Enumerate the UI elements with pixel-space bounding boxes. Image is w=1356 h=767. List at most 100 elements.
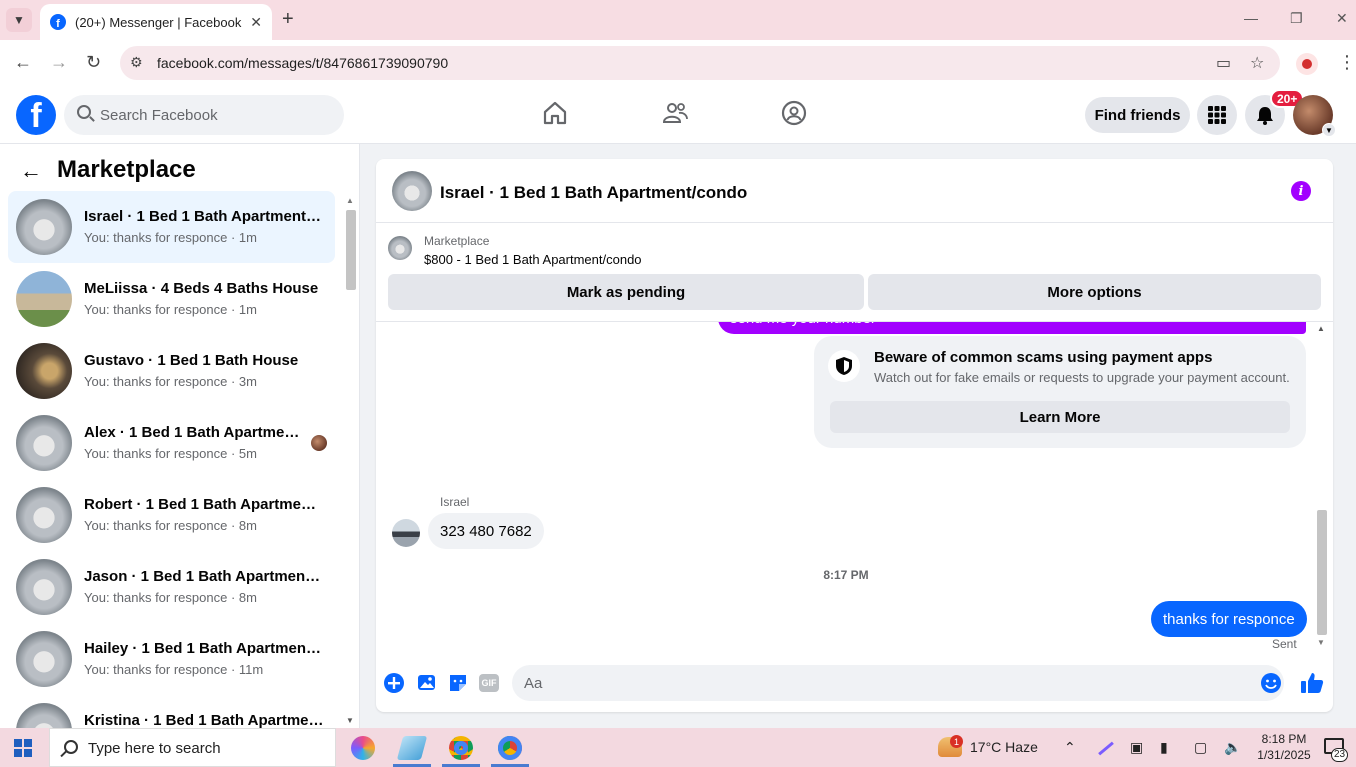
info-icon[interactable]: i (1291, 181, 1311, 201)
restore-window-icon[interactable]: ❐ (1290, 10, 1303, 27)
volume-icon[interactable]: 🔈 (1224, 739, 1241, 756)
url-text: facebook.com/messages/t/8476861739090790 (157, 55, 449, 71)
tab-search-button[interactable]: ▼ (6, 8, 32, 32)
listing-thumbnail (16, 415, 72, 471)
back-arrow-icon[interactable]: ← (20, 158, 42, 184)
more-options-button[interactable]: More options (868, 274, 1321, 310)
chrome-icon[interactable] (449, 736, 473, 760)
scam-warning-card: Beware of common scams using payment app… (814, 336, 1306, 448)
listing-thumbnail (16, 487, 72, 543)
thumbs-up-icon[interactable] (1300, 671, 1324, 695)
emoji-icon[interactable] (1260, 672, 1282, 694)
conversation-last-message: You: thanks for responce · 1m (84, 302, 257, 317)
address-bar[interactable]: ⚙ facebook.com/messages/t/84768617390907… (120, 46, 1280, 80)
scroll-down-icon[interactable]: ▼ (346, 716, 354, 725)
windows-start-icon[interactable] (14, 739, 32, 757)
conversation-name: Alex · 1 Bed 1 Bath Apartment/condo (84, 424, 304, 441)
close-tab-icon[interactable]: ✕ (250, 14, 262, 31)
conversation-item[interactable]: Kristina · 1 Bed 1 Bath Apartment/condo (8, 695, 335, 728)
grid-menu-icon (1208, 106, 1226, 124)
chat-avatar[interactable] (392, 171, 432, 211)
seen-avatar (311, 435, 327, 451)
reload-icon[interactable]: ↻ (86, 52, 101, 73)
conversation-last-message: You: thanks for responce · 8m (84, 590, 257, 605)
listing-thumbnail (16, 559, 72, 615)
conversation-item[interactable]: MeLiissa · 4 Beds 4 Baths House You: tha… (8, 263, 335, 335)
chevron-up-icon[interactable]: ⌃ (1064, 739, 1076, 756)
weather-text[interactable]: 17°C Haze (970, 739, 1038, 755)
facebook-logo-icon[interactable]: f (16, 95, 56, 135)
minimize-window-icon[interactable]: — (1244, 10, 1258, 26)
new-tab-button[interactable]: + (282, 8, 294, 31)
listing-thumbnail (16, 271, 72, 327)
conversation-last-message: You: thanks for responce · 11m (84, 662, 264, 677)
meet-icon[interactable]: ▣ (1130, 739, 1143, 756)
sender-avatar[interactable] (392, 519, 420, 547)
chrome-profile-icon[interactable] (498, 736, 522, 760)
find-friends-button[interactable]: Find friends (1085, 97, 1190, 133)
sent-status: Sent (1272, 637, 1297, 651)
chat-panel: Israel · 1 Bed 1 Bath Apartment/condo i … (376, 159, 1333, 712)
chat-title[interactable]: Israel · 1 Bed 1 Bath Apartment/condo (440, 183, 747, 203)
gif-icon[interactable]: GIF (479, 674, 499, 692)
copilot-icon[interactable] (351, 736, 375, 760)
conversation-last-message: You: thanks for responce · 8m (84, 518, 257, 533)
taskbar-search[interactable] (49, 728, 336, 767)
scrollbar-thumb[interactable] (346, 210, 356, 290)
conversation-item[interactable]: Hailey · 1 Bed 1 Bath Apartment/condo Yo… (8, 623, 335, 695)
taskbar-search-input[interactable] (88, 738, 328, 758)
conversation-item[interactable]: Jason · 1 Bed 1 Bath Apartment/condo You… (8, 551, 335, 623)
scroll-down-icon[interactable]: ▼ (1317, 638, 1325, 647)
site-info-icon[interactable]: ⚙ (130, 54, 143, 71)
listing-thumbnail (16, 631, 72, 687)
sidebar-scrollbar[interactable]: ▲ ▼ (343, 192, 357, 728)
conversation-item[interactable]: Israel · 1 Bed 1 Bath Apartment/condo Yo… (8, 191, 335, 263)
scrollbar-thumb[interactable] (1317, 510, 1327, 635)
close-window-icon[interactable]: ✕ (1336, 10, 1348, 27)
friends-icon[interactable] (662, 100, 688, 126)
taskbar-clock[interactable]: 8:18 PM 1/31/2025 (1256, 731, 1312, 763)
conversation-name: Gustavo · 1 Bed 1 Bath House (84, 352, 299, 369)
facebook-search[interactable] (64, 95, 344, 135)
scam-warning-body: Watch out for fake emails or requests to… (874, 370, 1290, 385)
browser-profile-icon[interactable] (1296, 53, 1318, 75)
plus-icon[interactable] (383, 672, 405, 694)
search-icon (64, 740, 78, 754)
app-icon[interactable] (396, 736, 428, 760)
chat-scrollbar[interactable]: ▲ ▼ (1315, 322, 1329, 652)
conversation-item[interactable]: Robert · 1 Bed 1 Bath Apartment/condo Yo… (8, 479, 335, 551)
menu-button[interactable] (1197, 95, 1237, 135)
install-app-icon[interactable]: ▭ (1216, 53, 1231, 73)
message-input[interactable] (512, 665, 1284, 701)
conversation-item[interactable]: Gustavo · 1 Bed 1 Bath House You: thanks… (8, 335, 335, 407)
conversation-last-message: You: thanks for responce · 3m (84, 374, 257, 389)
facebook-favicon-icon: f (50, 14, 66, 30)
pen-icon[interactable] (1098, 741, 1114, 756)
facebook-search-input[interactable] (100, 95, 330, 135)
listing-thumbnail (388, 236, 412, 260)
conversation-last-message: You: thanks for responce · 5m (84, 446, 257, 461)
browser-menu-icon[interactable]: ⋮ (1338, 52, 1356, 73)
battery-icon[interactable]: ▮ (1160, 739, 1168, 756)
mark-as-pending-button[interactable]: Mark as pending (388, 274, 864, 310)
conversation-list: Israel · 1 Bed 1 Bath Apartment/condo Yo… (8, 191, 335, 728)
account-avatar[interactable]: ▼ (1293, 95, 1336, 137)
listing-thumbnail (16, 199, 72, 255)
network-icon[interactable]: ▢ (1194, 739, 1207, 756)
incoming-message-bubble: 323 480 7682 (428, 513, 544, 549)
forward-icon[interactable]: → (50, 52, 68, 73)
scroll-up-icon[interactable]: ▲ (1317, 324, 1325, 333)
notification-count-badge: 23 (1331, 748, 1349, 762)
groups-icon[interactable] (781, 100, 807, 126)
home-icon[interactable] (542, 100, 568, 126)
scroll-up-icon[interactable]: ▲ (346, 196, 354, 205)
browser-tab-bar: ▼ f (20+) Messenger | Facebook ✕ + — ❐ ✕ (0, 0, 1356, 40)
conversation-item[interactable]: Alex · 1 Bed 1 Bath Apartment/condo You:… (8, 407, 335, 479)
bookmark-star-icon[interactable]: ☆ (1250, 53, 1264, 73)
listing-price-title[interactable]: $800 - 1 Bed 1 Bath Apartment/condo (424, 252, 642, 267)
sticker-icon[interactable] (447, 672, 469, 694)
back-icon[interactable]: ← (14, 52, 32, 73)
browser-tab[interactable]: f (20+) Messenger | Facebook ✕ (40, 4, 272, 40)
photo-icon[interactable] (416, 672, 438, 694)
learn-more-button[interactable]: Learn More (830, 401, 1290, 433)
